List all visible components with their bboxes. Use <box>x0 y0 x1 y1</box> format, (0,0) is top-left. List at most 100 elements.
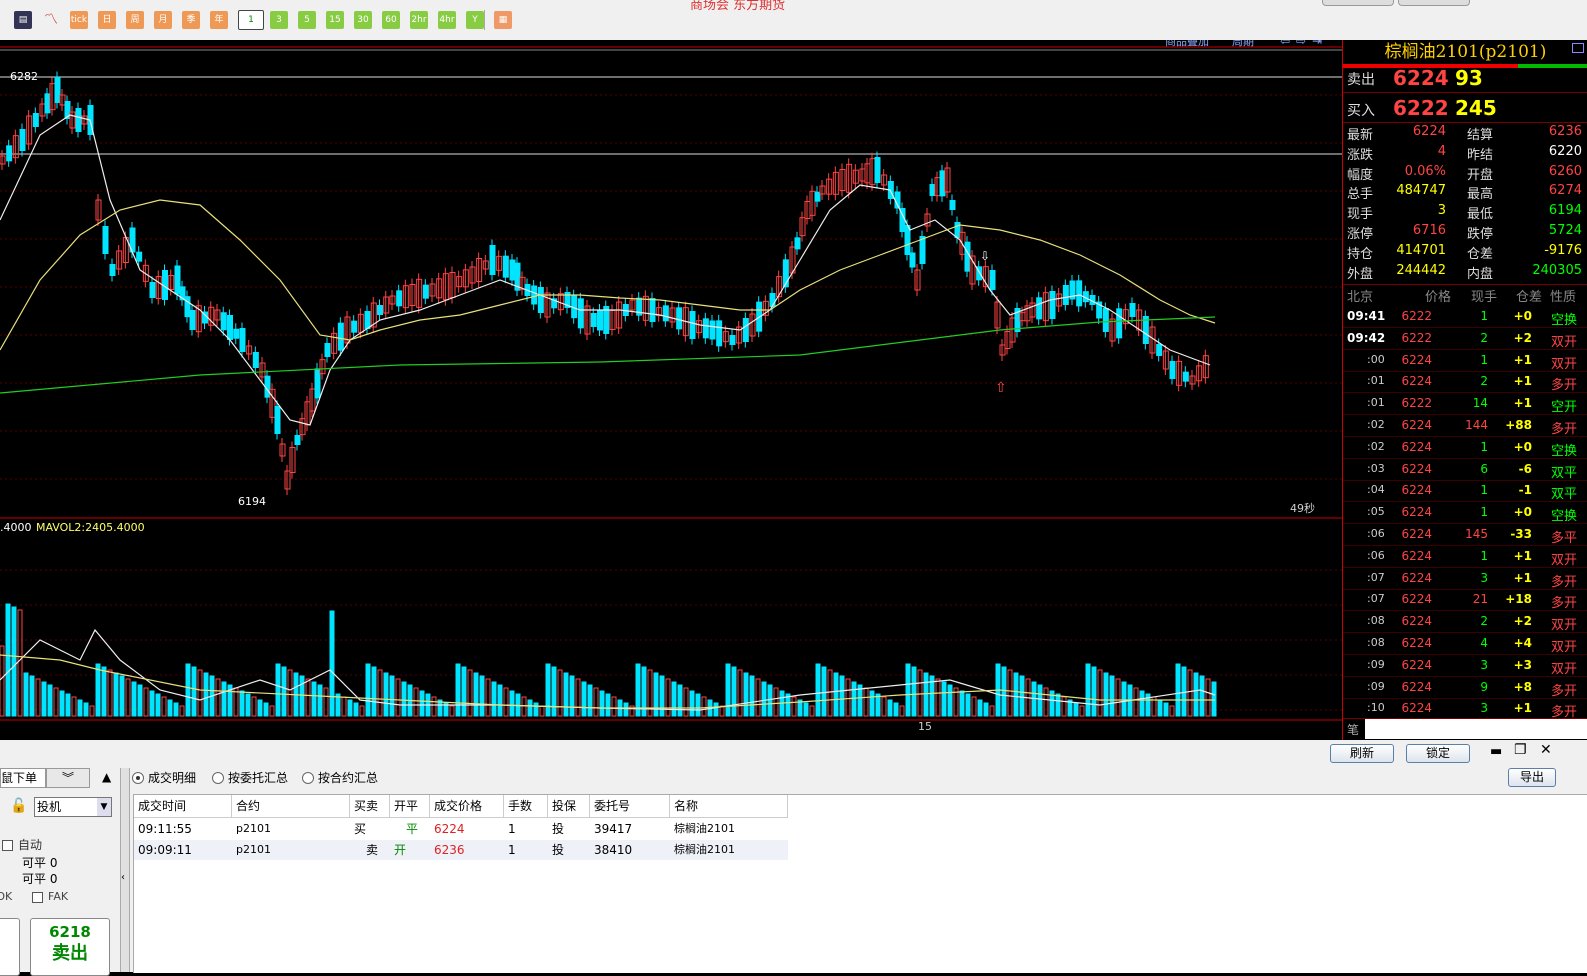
period-button-quarter[interactable]: 季 <box>182 11 200 29</box>
kline-chart-area[interactable]: 6282 6194 49秒 商品叠加 周期 .4000 MAVOL2:2405.4000 15… <box>0 34 1342 740</box>
minimize-icon[interactable]: ▬ <box>1490 744 1502 759</box>
sell-price[interactable]: 6224 <box>1393 66 1449 90</box>
period-button-week[interactable]: 周 <box>126 11 144 29</box>
col-name[interactable]: 名称 <box>670 795 788 817</box>
calculator-icon[interactable]: ▦ <box>494 11 512 29</box>
volume-bar <box>1139 690 1145 717</box>
auto-checkbox[interactable] <box>2 840 13 851</box>
table-row[interactable]: 09:09:11 p2101 卖 开 6236 1 投 38410 棕榈油2101 <box>134 840 788 860</box>
buy-price[interactable]: 6222 <box>1393 96 1449 120</box>
radio-by-contract[interactable] <box>302 772 314 784</box>
period-button-tick[interactable]: tick <box>70 11 88 29</box>
window-title: 商场会 东方期货 <box>690 0 786 13</box>
col-open-close[interactable]: 开平 <box>390 795 430 817</box>
stat-label: 跌停 <box>1467 227 1494 242</box>
volume-bar <box>875 693 881 717</box>
col-qty[interactable]: 手数 <box>504 795 548 817</box>
kline-chart[interactable]: 6282 6194 49秒 商品叠加 周期 .4000 MAVOL2:2405.4000 15… <box>0 34 1342 740</box>
collapse-chevron-icon[interactable]: ︾ <box>46 768 90 788</box>
order-mode-tab[interactable]: 鼠下单 <box>0 768 46 788</box>
candle-body <box>220 312 227 331</box>
divider <box>1343 122 1587 123</box>
volume-bar <box>1133 687 1139 717</box>
splitter-arrow-icon[interactable]: ‹ <box>121 872 125 883</box>
volume-bar <box>503 687 509 717</box>
period-button-year[interactable]: 年 <box>210 11 228 29</box>
export-button[interactable]: 导出 <box>1508 768 1556 787</box>
sell-order-box[interactable]: 6218 卖出 <box>30 918 110 976</box>
trend-icon[interactable]: 〽 <box>42 11 60 29</box>
fak-checkbox[interactable] <box>32 892 43 903</box>
volume-bar <box>905 663 911 717</box>
period-button-month[interactable]: 月 <box>154 11 172 29</box>
cell-hedge: 投 <box>552 843 565 857</box>
period-button-4hr[interactable]: 4hr <box>438 11 456 29</box>
sell-order-label: 卖出 <box>52 943 88 964</box>
tick-price: 6224 <box>1401 657 1432 672</box>
cell-price: 6236 <box>434 843 465 857</box>
col-order-no[interactable]: 委托号 <box>590 795 670 817</box>
chevron-down-icon[interactable]: ▼ <box>97 798 111 816</box>
period-button-y[interactable]: Y <box>466 11 484 29</box>
stat-value: 6194 <box>1548 203 1582 219</box>
top-sell-button[interactable] <box>1398 0 1470 6</box>
period-button-2hr[interactable]: 2hr <box>410 11 428 29</box>
ticks-scrollbar[interactable] <box>1365 719 1587 739</box>
tick-time: :09 <box>1367 679 1385 693</box>
period-button-1min[interactable]: 1 <box>238 10 264 30</box>
tick-row: :04 6224 1 -1 双平 <box>1343 480 1587 502</box>
volume-bar <box>17 609 23 717</box>
volume-bar <box>197 669 203 717</box>
cell-bs: 卖 <box>366 843 379 857</box>
volume-bar <box>527 699 533 717</box>
volume-bar <box>473 672 479 717</box>
cell-oc: 平 <box>406 822 419 836</box>
vol-label: .4000 <box>0 521 32 534</box>
cell-price: 6224 <box>434 822 465 836</box>
tick-time: :03 <box>1367 461 1385 475</box>
close-icon[interactable]: ✕ <box>1540 742 1552 758</box>
maximize-icon[interactable] <box>1572 43 1584 53</box>
candle-body <box>1076 280 1083 307</box>
top-buy-button[interactable] <box>1322 0 1394 6</box>
volume-bar <box>1061 696 1067 717</box>
lock-button[interactable]: 锁定 <box>1406 744 1470 763</box>
table-icon[interactable]: ▤ <box>14 11 32 29</box>
radio-by-order[interactable] <box>212 772 224 784</box>
period-button-3min[interactable]: 3 <box>270 11 288 29</box>
restore-icon[interactable]: ❐ <box>1514 742 1527 758</box>
period-button-30min[interactable]: 30 <box>354 11 372 29</box>
header-divider <box>134 817 788 818</box>
table-row[interactable]: 09:11:55 p2101 买 平 6224 1 投 39417 棕榈油2101 <box>134 819 788 839</box>
splitter[interactable]: ‹ <box>120 768 130 972</box>
stat-label: 最高 <box>1467 187 1494 203</box>
col-side[interactable]: 买卖 <box>350 795 390 817</box>
tick-time: :09 <box>1367 657 1385 671</box>
period-button-5min[interactable]: 5 <box>298 11 316 29</box>
volume-bar <box>341 696 347 717</box>
tick-row: :08 6224 2 +2 双开 <box>1343 611 1587 633</box>
col-trade-price[interactable]: 成交价格 <box>430 795 504 817</box>
period-button-15min[interactable]: 15 <box>326 11 344 29</box>
volume-bar <box>95 663 101 717</box>
period-button-day[interactable]: 日 <box>98 11 116 29</box>
col-hedge[interactable]: 投保 <box>548 795 590 817</box>
buy-order-box[interactable] <box>0 918 20 976</box>
candle-body <box>274 406 281 434</box>
volume-bar <box>449 705 455 717</box>
candle-body <box>729 335 736 345</box>
unlock-icon[interactable]: 🔓 <box>10 798 27 814</box>
volume-bar <box>269 705 275 717</box>
hedge-select[interactable]: 投机 ▼ <box>34 797 112 817</box>
col-trade-time[interactable]: 成交时间 <box>134 795 232 817</box>
refresh-button[interactable]: 刷新 <box>1330 744 1394 763</box>
period-button-60min[interactable]: 60 <box>382 11 400 29</box>
tick-time: :08 <box>1367 636 1385 649</box>
volume-bar <box>41 681 47 717</box>
candle-body <box>252 352 259 368</box>
pin-up-icon[interactable]: ▲ <box>102 770 111 784</box>
cell-hedge: 投 <box>552 822 565 836</box>
tick-time: :04 <box>1367 483 1385 497</box>
col-contract[interactable]: 合约 <box>232 795 350 817</box>
radio-trade-detail[interactable] <box>132 772 144 784</box>
